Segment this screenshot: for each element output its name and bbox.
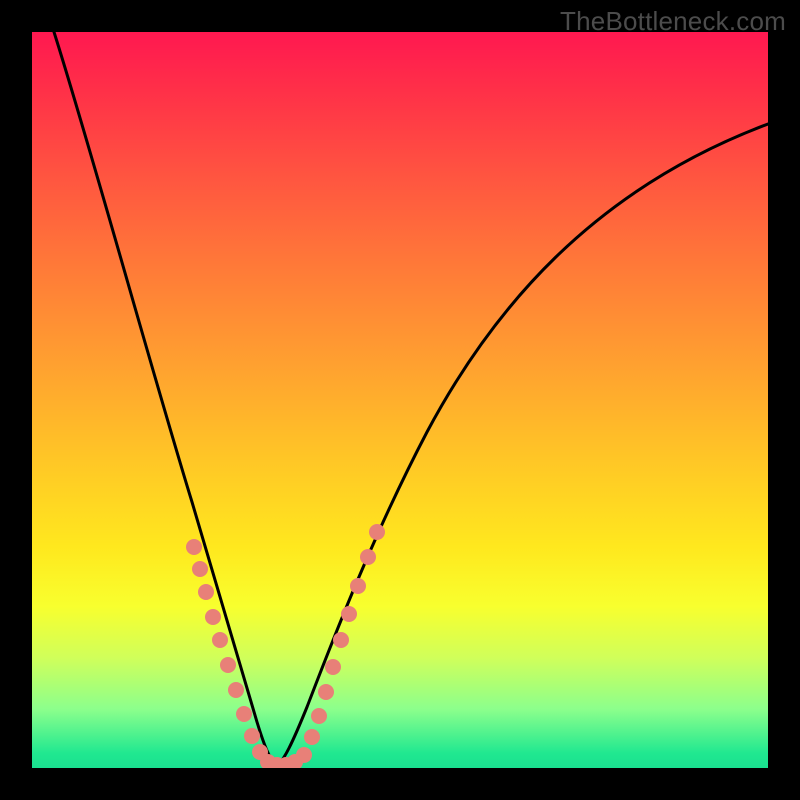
right-branch-curve <box>277 124 768 766</box>
data-dot <box>333 632 349 648</box>
data-dot <box>186 539 202 555</box>
data-dot <box>228 682 244 698</box>
data-dot <box>212 632 228 648</box>
data-dot <box>318 684 334 700</box>
data-dot <box>296 747 312 763</box>
data-dot <box>311 708 327 724</box>
data-dot <box>369 524 385 540</box>
left-branch-curve <box>54 32 277 766</box>
data-dot <box>236 706 252 722</box>
dots-layer <box>186 524 385 768</box>
data-dot <box>198 584 214 600</box>
data-dot <box>205 609 221 625</box>
data-dot <box>350 578 366 594</box>
chart-frame: TheBottleneck.com <box>0 0 800 800</box>
chart-svg <box>32 32 768 768</box>
data-dot <box>360 549 376 565</box>
plot-area <box>32 32 768 768</box>
data-dot <box>220 657 236 673</box>
data-dot <box>244 728 260 744</box>
data-dot <box>341 606 357 622</box>
data-dot <box>325 659 341 675</box>
data-dot <box>304 729 320 745</box>
data-dot <box>192 561 208 577</box>
curve-layer <box>54 32 768 766</box>
